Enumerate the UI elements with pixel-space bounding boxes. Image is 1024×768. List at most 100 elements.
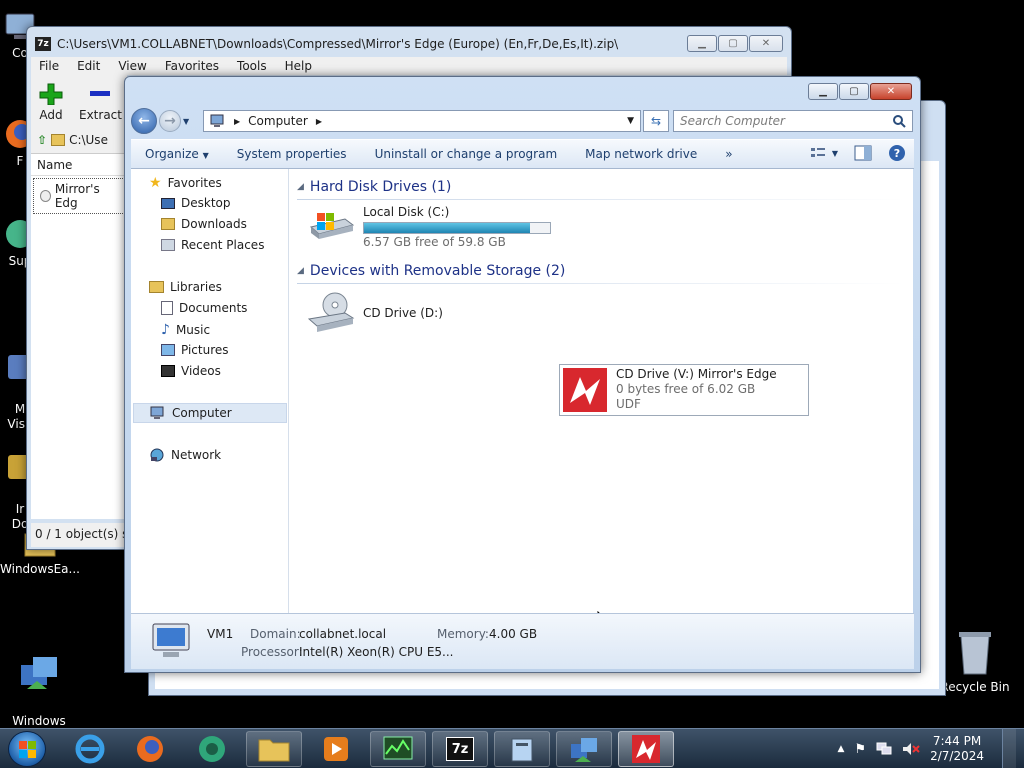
easy-transfer-icon: [571, 738, 597, 762]
minimize-button[interactable]: ▁: [687, 35, 717, 52]
extract-button[interactable]: Extract: [79, 83, 122, 122]
nav-downloads[interactable]: Downloads: [161, 217, 247, 231]
minimize-button[interactable]: ▁: [808, 83, 838, 100]
nav-recent-places[interactable]: Recent Places: [161, 238, 264, 252]
computer-icon: [150, 406, 164, 419]
music-icon: ♪: [161, 322, 170, 338]
up-folder-icon[interactable]: ⇧: [37, 133, 47, 147]
nav-computer[interactable]: Computer: [133, 403, 287, 423]
taskbar-library[interactable]: [494, 731, 550, 767]
menu-tools[interactable]: Tools: [237, 59, 267, 73]
nav-network[interactable]: Network: [149, 448, 221, 462]
taskbar-easy-transfer[interactable]: [556, 731, 612, 767]
back-button[interactable]: ←: [131, 108, 157, 134]
menu-edit[interactable]: Edit: [77, 59, 100, 73]
system-tray: ▲ ⚑ 7:44 PM 2/7/2024: [838, 729, 1024, 768]
change-view-button[interactable]: ▼: [810, 146, 838, 160]
close-button[interactable]: ✕: [870, 83, 912, 100]
preview-pane-icon[interactable]: [854, 145, 872, 161]
taskbar: 7z ▲ ⚑ 7:44 PM 2/7/2024: [0, 728, 1024, 768]
nav-libraries[interactable]: Libraries: [149, 280, 222, 294]
maximize-button[interactable]: ▢: [718, 35, 748, 52]
show-hidden-icons-icon[interactable]: ▲: [838, 744, 845, 754]
show-desktop-button[interactable]: [1002, 729, 1016, 768]
volume-muted-icon[interactable]: [902, 742, 920, 756]
search-icon[interactable]: [892, 114, 906, 128]
nav-music[interactable]: ♪ Music: [161, 322, 210, 338]
drive-cd-d[interactable]: CD Drive (D:): [307, 291, 443, 335]
menu-favorites[interactable]: Favorites: [165, 59, 219, 73]
easy-transfer-icon: [21, 657, 57, 689]
group-header-removable-storage[interactable]: ◢ Devices with Removable Storage (2): [297, 263, 905, 284]
recent-pages-chevron-icon[interactable]: ▼: [183, 117, 189, 126]
breadcrumb-computer[interactable]: Computer: [248, 114, 308, 128]
taskbar-internet-explorer[interactable]: [62, 731, 118, 767]
menu-view[interactable]: View: [118, 59, 146, 73]
nav-desktop[interactable]: Desktop: [161, 196, 231, 210]
organize-button[interactable]: Organize ▼: [131, 147, 223, 161]
zip-menubar: File Edit View Favorites Tools Help: [31, 57, 787, 75]
network-status-icon[interactable]: [876, 742, 892, 756]
internet-explorer-icon: [75, 734, 105, 764]
breadcrumb-arrow-icon[interactable]: ▶: [234, 117, 240, 126]
refresh-button[interactable]: ⇆: [643, 110, 669, 132]
desktop-icon-recycle-bin[interactable]: Recycle Bin: [940, 630, 1010, 695]
drive-local-disk-c[interactable]: Local Disk (C:) 6.57 GB free of 59.8 GB: [307, 205, 551, 249]
svg-text:?: ?: [894, 147, 900, 160]
zip-file-list[interactable]: Name Mirror's Edg: [31, 153, 127, 519]
domain-label: Domain:: [250, 627, 301, 641]
taskbar-explorer[interactable]: [246, 731, 302, 767]
forward-button[interactable]: →: [159, 110, 181, 132]
map-network-drive-button[interactable]: Map network drive: [571, 147, 711, 161]
nav-pictures[interactable]: Pictures: [161, 343, 229, 357]
list-item[interactable]: Mirror's Edg: [33, 178, 125, 214]
system-properties-button[interactable]: System properties: [223, 147, 361, 161]
windows-logo-icon: [19, 741, 36, 758]
mirrors-edge-logo-icon: [632, 735, 660, 763]
nav-documents[interactable]: Documents: [161, 301, 247, 315]
menu-help[interactable]: Help: [285, 59, 312, 73]
search-input[interactable]: Search Computer: [673, 110, 913, 132]
chevron-down-icon: ▼: [202, 151, 209, 160]
more-commands-button[interactable]: »: [711, 147, 746, 161]
processor-label: Processor:: [241, 645, 303, 659]
address-dropdown-icon[interactable]: ▼: [627, 116, 634, 126]
plus-icon: [39, 83, 63, 106]
drive-file-system: UDF: [616, 397, 641, 411]
network-icon: [150, 448, 164, 462]
help-icon[interactable]: ?: [888, 144, 906, 162]
taskbar-mirrors-edge[interactable]: [618, 731, 674, 767]
nav-favorites[interactable]: ★ Favorites: [149, 175, 222, 191]
column-header-name[interactable]: Name: [31, 154, 127, 176]
nav-videos[interactable]: Videos: [161, 364, 221, 378]
maximize-button[interactable]: ▢: [839, 83, 869, 100]
capacity-bar: [363, 222, 551, 234]
breadcrumb-arrow-icon[interactable]: ▶: [316, 117, 322, 126]
group-header-hard-disk-drives[interactable]: ◢ Hard Disk Drives (1): [297, 179, 905, 200]
close-button[interactable]: ✕: [749, 35, 783, 52]
drive-cd-v[interactable]: CD Drive (V:) Mirror's Edge 0 bytes free…: [559, 364, 809, 416]
domain-value: collabnet.local: [299, 627, 387, 641]
firefox-icon: [137, 736, 163, 762]
zip-address-bar[interactable]: ⇧ C:\Use: [31, 127, 127, 153]
recycle-bin-icon: [959, 632, 991, 675]
drive-name: Local Disk (C:): [363, 205, 450, 219]
action-center-flag-icon[interactable]: ⚑: [854, 742, 866, 757]
start-button[interactable]: [8, 731, 46, 767]
group-divider: [297, 283, 905, 284]
taskbar-app-green[interactable]: [184, 731, 240, 767]
command-bar: Organize ▼ System properties Uninstall o…: [131, 139, 914, 169]
taskbar-task-manager[interactable]: [370, 731, 426, 767]
address-bar[interactable]: ▶ Computer ▶ ▼: [203, 110, 641, 132]
taskbar-media-player[interactable]: [308, 731, 364, 767]
details-pane: VM1 Domain: collabnet.local Memory: 4.00…: [131, 613, 914, 669]
computer-name: VM1: [207, 627, 234, 641]
taskbar-firefox[interactable]: [122, 731, 178, 767]
taskbar-7zip[interactable]: 7z: [432, 731, 488, 767]
clock[interactable]: 7:44 PM 2/7/2024: [930, 734, 984, 764]
iso-file-icon: [40, 190, 51, 202]
uninstall-program-button[interactable]: Uninstall or change a program: [361, 147, 572, 161]
explorer-window[interactable]: ▁ ▢ ✕ ← → ▼ ▶ Computer ▶ ▼ ⇆ Search Comp…: [124, 76, 921, 673]
add-button[interactable]: Add: [39, 83, 63, 122]
menu-file[interactable]: File: [39, 59, 59, 73]
